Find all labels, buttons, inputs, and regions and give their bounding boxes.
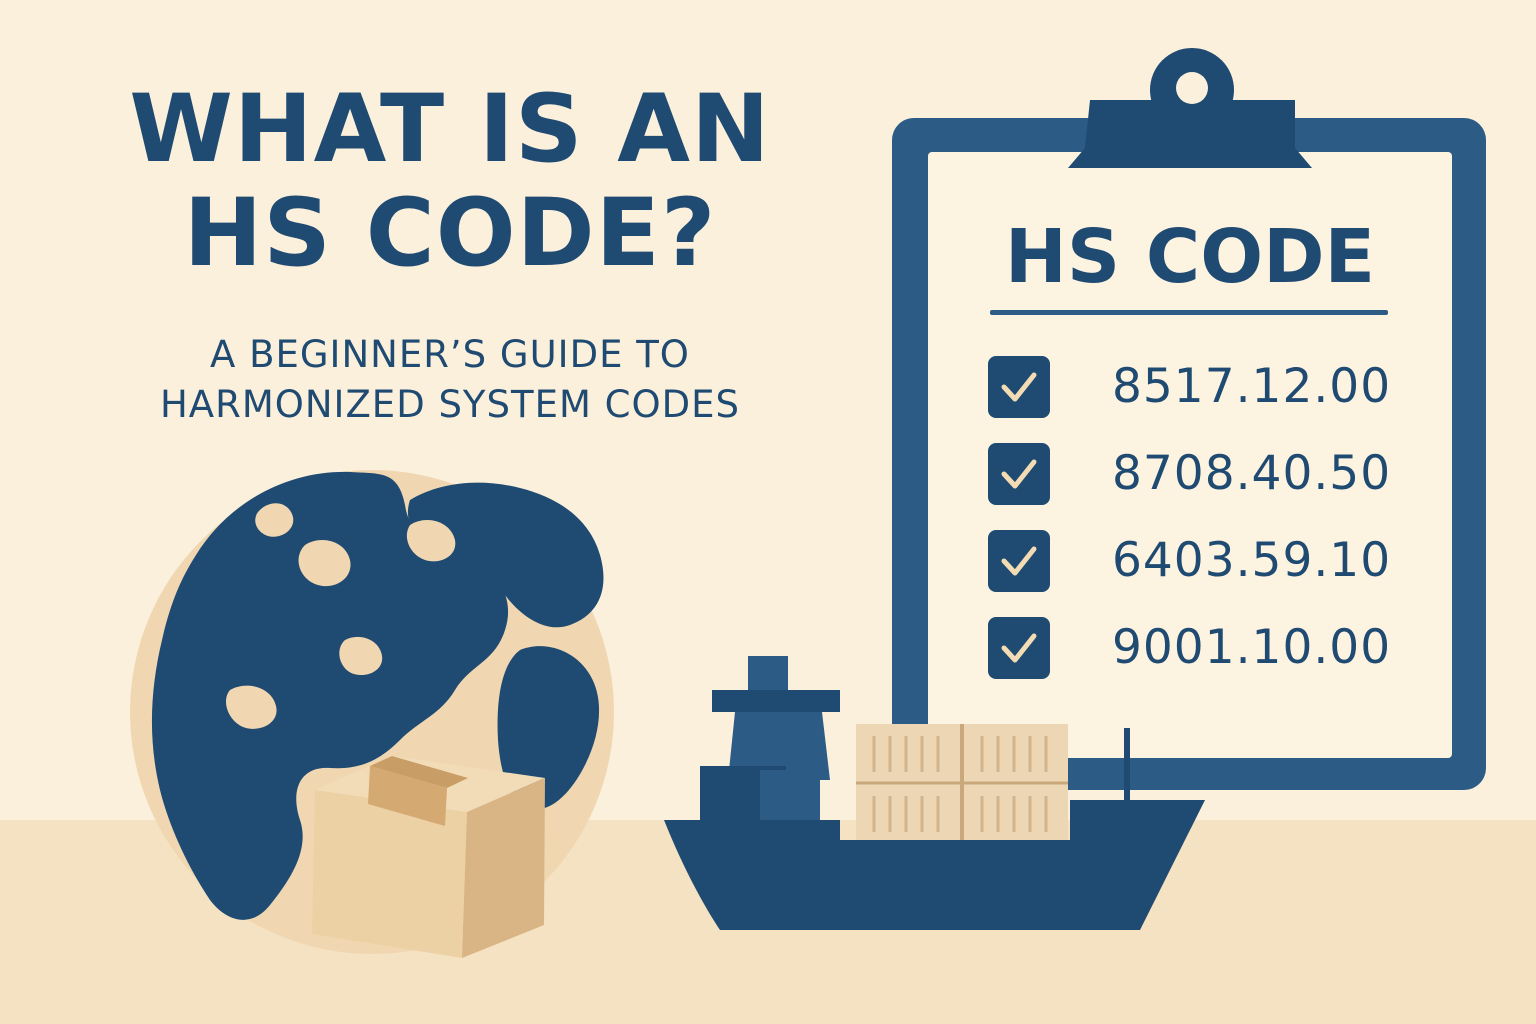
hs-code: 9001.10.00 (1112, 620, 1392, 675)
list-item: 6403.59.10 (988, 530, 1408, 617)
checkmark-icon (1001, 372, 1037, 402)
illustration-canvas: WHAT IS AN HS CODE? A BEGINNER’S GUIDE T… (0, 0, 1536, 1024)
title-line-1: WHAT IS AN (129, 75, 771, 184)
clipboard-heading: HS CODE (1004, 214, 1376, 300)
checkbox (988, 530, 1050, 592)
hs-code: 8517.12.00 (1112, 359, 1392, 414)
hs-code-list: 8517.12.00 8708.40.50 6403.59.10 9001.10… (988, 356, 1408, 704)
checkbox (988, 443, 1050, 505)
subtitle-line-1: A BEGINNER’S GUIDE TO (210, 333, 690, 376)
title-line-2: HS CODE? (183, 179, 717, 288)
checkmark-icon (1001, 546, 1037, 576)
hs-code: 8708.40.50 (1112, 446, 1392, 501)
checkmark-icon (1001, 633, 1037, 663)
cardboard-box-icon (312, 756, 545, 958)
subtitle-line-2: HARMONIZED SYSTEM CODES (159, 383, 740, 426)
hs-code: 6403.59.10 (1112, 533, 1392, 588)
checkmark-icon (1001, 459, 1037, 489)
checkbox (988, 356, 1050, 418)
checkbox (988, 617, 1050, 679)
list-item: 8517.12.00 (988, 356, 1408, 443)
page-subtitle: A BEGINNER’S GUIDE TO HARMONIZED SYSTEM … (60, 330, 840, 430)
list-item: 9001.10.00 (988, 617, 1408, 704)
clipboard-divider (990, 310, 1388, 315)
list-item: 8708.40.50 (988, 443, 1408, 530)
page-title: WHAT IS AN HS CODE? (60, 78, 840, 286)
